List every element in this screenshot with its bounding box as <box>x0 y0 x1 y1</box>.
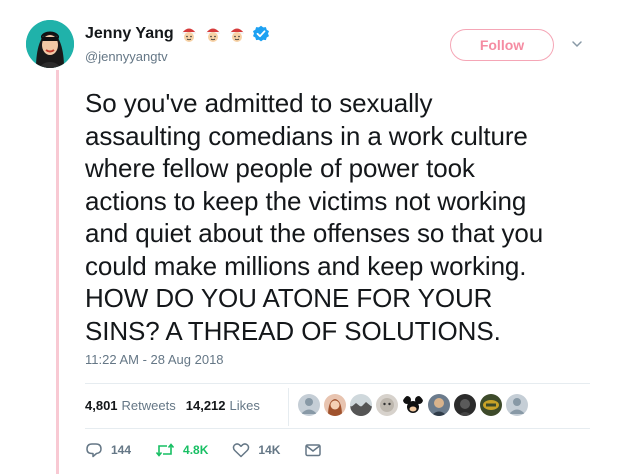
stats-divider-bottom <box>85 428 590 429</box>
engagement-stats: 4,801 Retweets 14,212 Likes <box>85 398 270 413</box>
stats-divider-top <box>85 383 590 384</box>
likes-label[interactable]: Likes <box>230 398 260 413</box>
woman-avatar[interactable] <box>324 394 346 416</box>
face-with-red-hat-icon <box>229 28 244 42</box>
retweets-label[interactable]: Retweets <box>122 398 176 413</box>
like-button[interactable]: 14K <box>232 442 280 458</box>
retweets-count[interactable]: 4,801 <box>85 398 118 413</box>
chevron-down-icon[interactable] <box>570 37 584 51</box>
tweet-actions: 144 4.8K 14K <box>85 442 354 458</box>
reply-button[interactable]: 144 <box>85 442 131 458</box>
user-header: Jenny Yang <box>85 25 270 43</box>
face-with-red-hat-icon <box>205 28 220 42</box>
tweet-timestamp[interactable]: 11:22 AM - 28 Aug 2018 <box>85 352 224 367</box>
liker-avatars <box>298 394 532 416</box>
heart-icon <box>233 443 250 458</box>
dark-avatar[interactable] <box>454 394 476 416</box>
stats-separator <box>288 388 289 426</box>
verified-badge-icon <box>252 25 269 42</box>
likes-count[interactable]: 14,212 <box>186 398 226 413</box>
default-avatar[interactable] <box>506 394 528 416</box>
retweet-button[interactable]: 4.8K <box>155 442 208 458</box>
reply-icon <box>86 443 102 458</box>
brand-avatar[interactable] <box>480 394 502 416</box>
profile-photo-icon <box>26 20 74 68</box>
reply-count: 144 <box>111 443 132 457</box>
follow-button[interactable]: Follow <box>450 29 554 61</box>
user-handle[interactable]: @jennyyangtv <box>85 49 168 64</box>
thread-connector-line <box>56 70 59 474</box>
man-avatar[interactable] <box>428 394 450 416</box>
retweet-icon <box>155 443 175 457</box>
mickey-avatar[interactable] <box>402 394 424 416</box>
display-name[interactable]: Jenny Yang <box>85 25 174 43</box>
default-avatar[interactable] <box>298 394 320 416</box>
landscape-avatar[interactable] <box>350 394 372 416</box>
cartoon-avatar[interactable] <box>376 394 398 416</box>
face-with-red-hat-icon <box>181 28 196 42</box>
tweet-text: So you've admitted to sexually assaultin… <box>85 88 544 346</box>
envelope-icon <box>305 444 322 457</box>
like-count: 14K <box>258 443 281 457</box>
direct-message-button[interactable] <box>304 442 330 458</box>
avatar[interactable] <box>26 20 74 68</box>
retweet-count: 4.8K <box>183 443 209 457</box>
